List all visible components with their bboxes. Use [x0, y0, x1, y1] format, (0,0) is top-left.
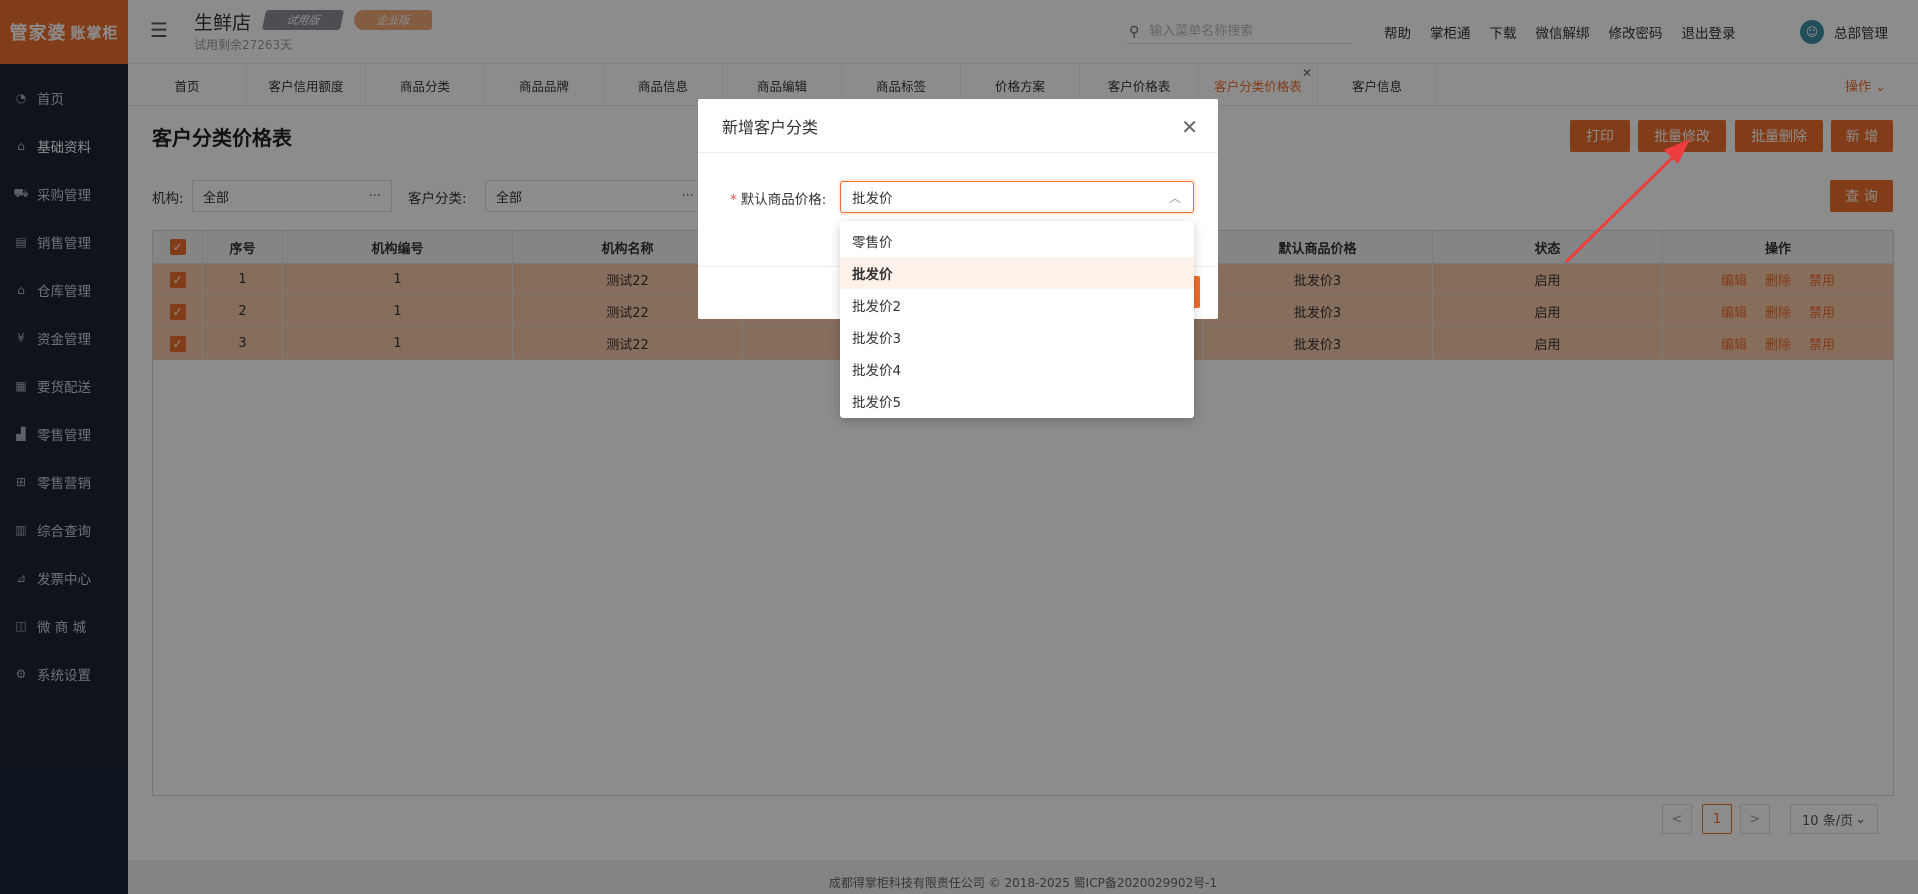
- chevron-up-icon: ︿: [1168, 191, 1181, 205]
- default-price-value: 批发价: [852, 191, 893, 207]
- option-wholesale-price-5[interactable]: 批发价5: [840, 385, 1194, 417]
- option-wholesale-price-4[interactable]: 批发价4: [840, 353, 1194, 385]
- option-wholesale-price[interactable]: 批发价: [840, 257, 1194, 289]
- option-wholesale-price-2[interactable]: 批发价2: [840, 289, 1194, 321]
- default-price-label: * 默认商品价格:: [730, 188, 826, 208]
- price-options-dropdown: 零售价 批发价 批发价2 批发价3 批发价4 批发价5: [840, 221, 1194, 418]
- close-icon[interactable]: ✕: [1181, 115, 1198, 139]
- option-retail-price[interactable]: 零售价: [840, 225, 1194, 257]
- dialog-title: 新增客户分类: [698, 99, 1218, 153]
- required-asterisk: *: [730, 192, 737, 208]
- default-price-select[interactable]: 批发价 ︿: [840, 181, 1194, 213]
- option-wholesale-price-3[interactable]: 批发价3: [840, 321, 1194, 353]
- default-price-label-text: 默认商品价格:: [740, 192, 827, 208]
